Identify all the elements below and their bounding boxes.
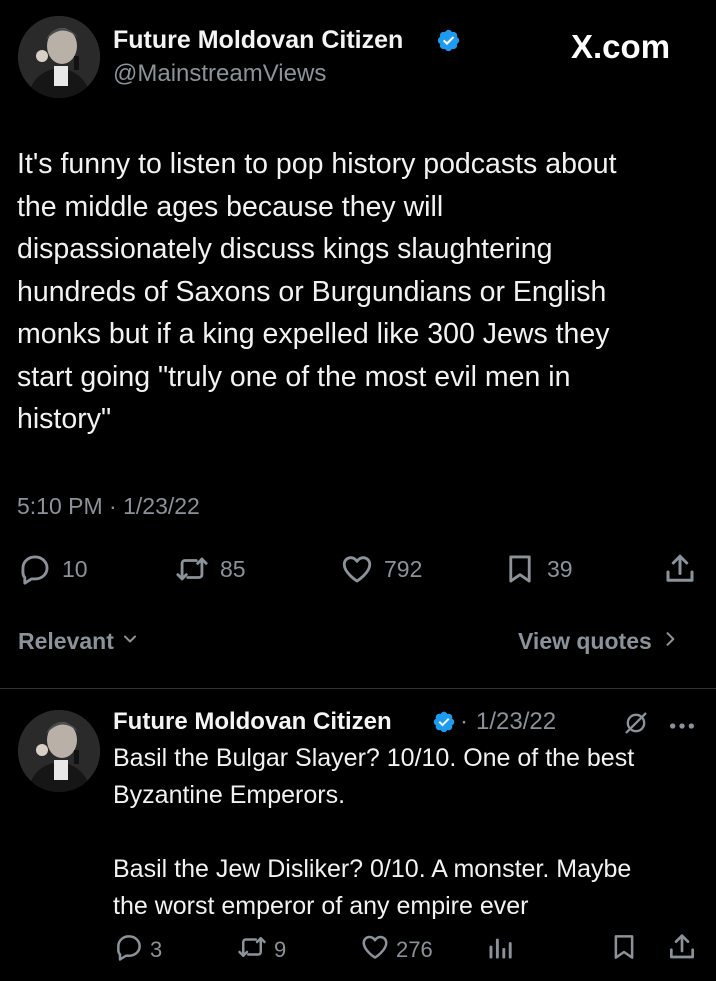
analytics-icon[interactable]	[486, 934, 514, 967]
reply-author-avatar[interactable]	[18, 710, 100, 792]
reply-button[interactable]: 10	[18, 552, 88, 586]
heart-icon	[340, 552, 374, 586]
reply-retweet-count: 9	[274, 937, 287, 962]
retweet-button[interactable]: 85	[174, 552, 246, 586]
reply-reply-count: 3	[150, 937, 163, 962]
tweet-timestamp[interactable]: 5:10 PM · 1/23/22	[17, 493, 200, 520]
section-divider	[0, 688, 716, 689]
retweet-icon	[174, 552, 210, 586]
reply-text: Basil the Bulgar Slayer? 10/10. One of t…	[113, 744, 635, 920]
sort-label: Relevant	[18, 628, 114, 654]
reply-retweet-button[interactable]: 9	[236, 932, 286, 968]
verified-badge-icon	[436, 28, 461, 53]
speech-bubble-icon	[18, 552, 52, 586]
reply-count: 10	[62, 555, 88, 582]
tweet-text: It's funny to listen to pop history podc…	[17, 148, 617, 435]
chevron-right-icon	[660, 628, 680, 655]
sort-relevant-dropdown[interactable]: Relevant	[18, 628, 140, 655]
heart-icon	[360, 932, 390, 968]
retweet-icon	[236, 932, 268, 968]
more-icon[interactable]	[668, 718, 696, 736]
verified-badge-icon	[432, 710, 456, 734]
reply-separator: ·	[460, 708, 468, 735]
reply-like-button[interactable]: 276	[360, 932, 433, 968]
bookmark-icon	[503, 552, 537, 586]
grok-icon[interactable]	[622, 709, 650, 742]
like-button[interactable]: 792	[340, 552, 422, 586]
share-icon[interactable]	[666, 931, 698, 968]
bookmark-icon[interactable]	[609, 932, 639, 967]
x-com-logo: X.com	[571, 28, 671, 65]
view-quotes-label: View quotes	[518, 628, 652, 654]
chevron-down-icon	[120, 628, 140, 655]
view-quotes-link[interactable]: View quotes	[518, 628, 680, 655]
author-name[interactable]: Future Moldovan Citizen	[113, 26, 403, 55]
reply-reply-button[interactable]: 3	[114, 932, 162, 968]
share-button[interactable]	[662, 551, 698, 587]
like-count: 792	[384, 555, 423, 582]
reply-date[interactable]: 1/23/22	[476, 708, 556, 736]
reply-like-count: 276	[396, 937, 433, 962]
share-icon	[662, 551, 698, 587]
reply-author-name[interactable]: Future Moldovan Citizen	[113, 708, 392, 736]
author-avatar[interactable]	[18, 16, 100, 98]
bookmark-count: 39	[547, 555, 573, 582]
retweet-count: 85	[220, 555, 246, 582]
author-handle[interactable]: @MainstreamViews	[113, 60, 326, 88]
bookmark-button[interactable]: 39	[503, 552, 573, 586]
speech-bubble-icon	[114, 932, 144, 968]
